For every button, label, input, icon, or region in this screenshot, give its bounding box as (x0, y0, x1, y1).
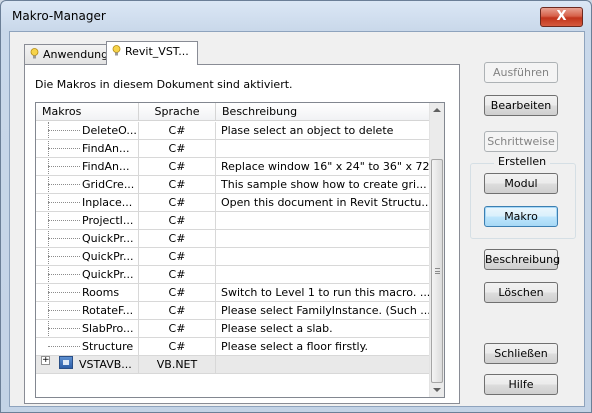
macro-name-cell: FindAn... (36, 140, 139, 157)
table-row[interactable]: ProjectI... C# (36, 212, 430, 230)
macro-language-cell: C# (139, 320, 216, 337)
list-rows: DeleteO... C# Plase select an object to de… (36, 122, 430, 374)
macro-list[interactable]: Makros Sprache Beschreibung DeleteO... C#… (35, 102, 445, 398)
description-button[interactable]: Beschreibung (484, 249, 560, 270)
column-header-makros[interactable]: Makros (36, 103, 139, 121)
macro-description-cell (216, 212, 430, 229)
macro-description-cell (216, 140, 430, 157)
close-window-button[interactable]: X (540, 7, 583, 27)
lightbulb-icon (112, 45, 121, 56)
table-row[interactable]: Structure C# Please select a floor firstly… (36, 338, 430, 356)
close-button[interactable]: Schließen (484, 343, 558, 364)
macro-language-cell: C# (139, 230, 216, 247)
dialog-client-area: Anwendung Revit_VST... Die Makros in die… (9, 31, 585, 407)
tab-anwendung[interactable]: Anwendung (24, 44, 109, 65)
help-button[interactable]: Hilfe (484, 374, 558, 395)
module-description-cell (216, 356, 430, 373)
macro-language-cell: C# (139, 140, 216, 157)
module-name-cell: VSTAVB... (36, 356, 139, 373)
macro-language-cell: C# (139, 248, 216, 265)
macro-language-cell: C# (139, 212, 216, 229)
table-row[interactable]: Inplace... C# Open this document in Revit … (36, 194, 430, 212)
delete-button[interactable]: Löschen (484, 282, 558, 303)
macro-name-cell: Structure (36, 338, 139, 355)
macro-description-cell: Replace window 16" x 24" to 36" x 72" (221, 160, 430, 173)
scroll-down-arrow-icon[interactable] (433, 388, 441, 392)
scrollbar-thumb[interactable] (431, 159, 443, 383)
window-title: Makro-Manager (12, 9, 106, 23)
table-row[interactable]: QuickPr... C# (36, 248, 430, 266)
macro-description-cell: Plase select an object to delete (221, 124, 394, 137)
macro-language-cell: C# (139, 338, 216, 355)
macro-language-cell: C# (139, 284, 216, 301)
macro-language-cell: C# (139, 176, 216, 193)
macro-language-cell: C# (139, 302, 216, 319)
table-row[interactable]: FindAn... C# (36, 140, 430, 158)
vertical-scrollbar[interactable] (429, 103, 444, 397)
table-row[interactable]: SlabPro... C# Please select a slab. (36, 320, 430, 338)
table-row-module[interactable]: + VSTAVB... VB.NET (36, 356, 430, 374)
table-row[interactable]: DeleteO... C# Plase select an object to de… (36, 122, 430, 140)
table-row[interactable]: GridCre... C# This sample show how to crea… (36, 176, 430, 194)
macro-description-cell: Please select a floor firstly. (221, 340, 369, 353)
grip-icon (435, 268, 440, 274)
lightbulb-icon (30, 48, 39, 59)
table-row[interactable]: RotateF... C# Please select FamilyInstance… (36, 302, 430, 320)
tab-revit-vst[interactable]: Revit_VST... (106, 41, 198, 65)
macro-description-cell (216, 230, 430, 247)
column-header-sprache[interactable]: Sprache (139, 103, 216, 121)
macro-name-cell: Inplace... (36, 194, 139, 211)
column-header-beschreibung[interactable]: Beschreibung (216, 103, 430, 121)
macro-name-cell: QuickPr... (36, 266, 139, 283)
macro-manager-window: Makro-Manager X Anwendung Revit_VST... D… (0, 0, 592, 413)
macro-button[interactable]: Makro (484, 206, 558, 227)
edit-button[interactable]: Bearbeiten (484, 95, 558, 116)
table-row[interactable]: QuickPr... C# (36, 230, 430, 248)
table-row[interactable]: Rooms C# Switch to Level 1 to run this mac… (36, 284, 430, 302)
macro-name-cell: FindAn... (36, 158, 139, 175)
table-row[interactable]: QuickPr... C# (36, 266, 430, 284)
macro-description-cell: This sample show how to create gri... (221, 178, 427, 191)
scroll-up-arrow-icon[interactable] (433, 108, 441, 112)
tab-label: Revit_VST... (125, 45, 189, 58)
tab-label: Anwendung (43, 48, 109, 61)
macro-description-cell: Please select FamilyInstance. (Such ... (221, 304, 430, 317)
step-into-button[interactable]: Schrittweise (484, 131, 558, 152)
macro-description-cell (216, 266, 430, 283)
create-group-label: Erstellen (494, 155, 551, 168)
macro-name-cell: QuickPr... (36, 230, 139, 247)
macros-status-text: Die Makros in diesem Dokument sind aktiv… (35, 78, 293, 91)
macro-language-cell: C# (139, 266, 216, 283)
tab-panel: Die Makros in diesem Dokument sind aktiv… (24, 64, 460, 404)
macro-name-cell: DeleteO... (36, 122, 139, 139)
macro-name-cell: QuickPr... (36, 248, 139, 265)
table-row[interactable]: FindAn... C# Replace window 16" x 24" to 3… (36, 158, 430, 176)
macro-name-cell: SlabPro... (36, 320, 139, 337)
macro-name-cell: RotateF... (36, 302, 139, 319)
macro-language-cell: C# (139, 194, 216, 211)
list-header: Makros Sprache Beschreibung (36, 103, 430, 121)
macro-description-cell: Switch to Level 1 to run this macro. ... (221, 286, 430, 299)
module-language-cell: VB.NET (139, 356, 216, 373)
macro-description-cell: Open this document in Revit Structu... (221, 196, 430, 209)
macro-description-cell: Please select a slab. (221, 322, 333, 335)
run-button[interactable]: Ausführen (484, 62, 558, 83)
macro-name-cell: Rooms (36, 284, 139, 301)
macro-name-cell: ProjectI... (36, 212, 139, 229)
macro-language-cell: C# (139, 122, 216, 139)
macro-language-cell: C# (139, 158, 216, 175)
macro-name-cell: GridCre... (36, 176, 139, 193)
module-button[interactable]: Modul (484, 173, 558, 194)
macro-description-cell (216, 248, 430, 265)
title-bar[interactable]: Makro-Manager X (1, 1, 591, 32)
